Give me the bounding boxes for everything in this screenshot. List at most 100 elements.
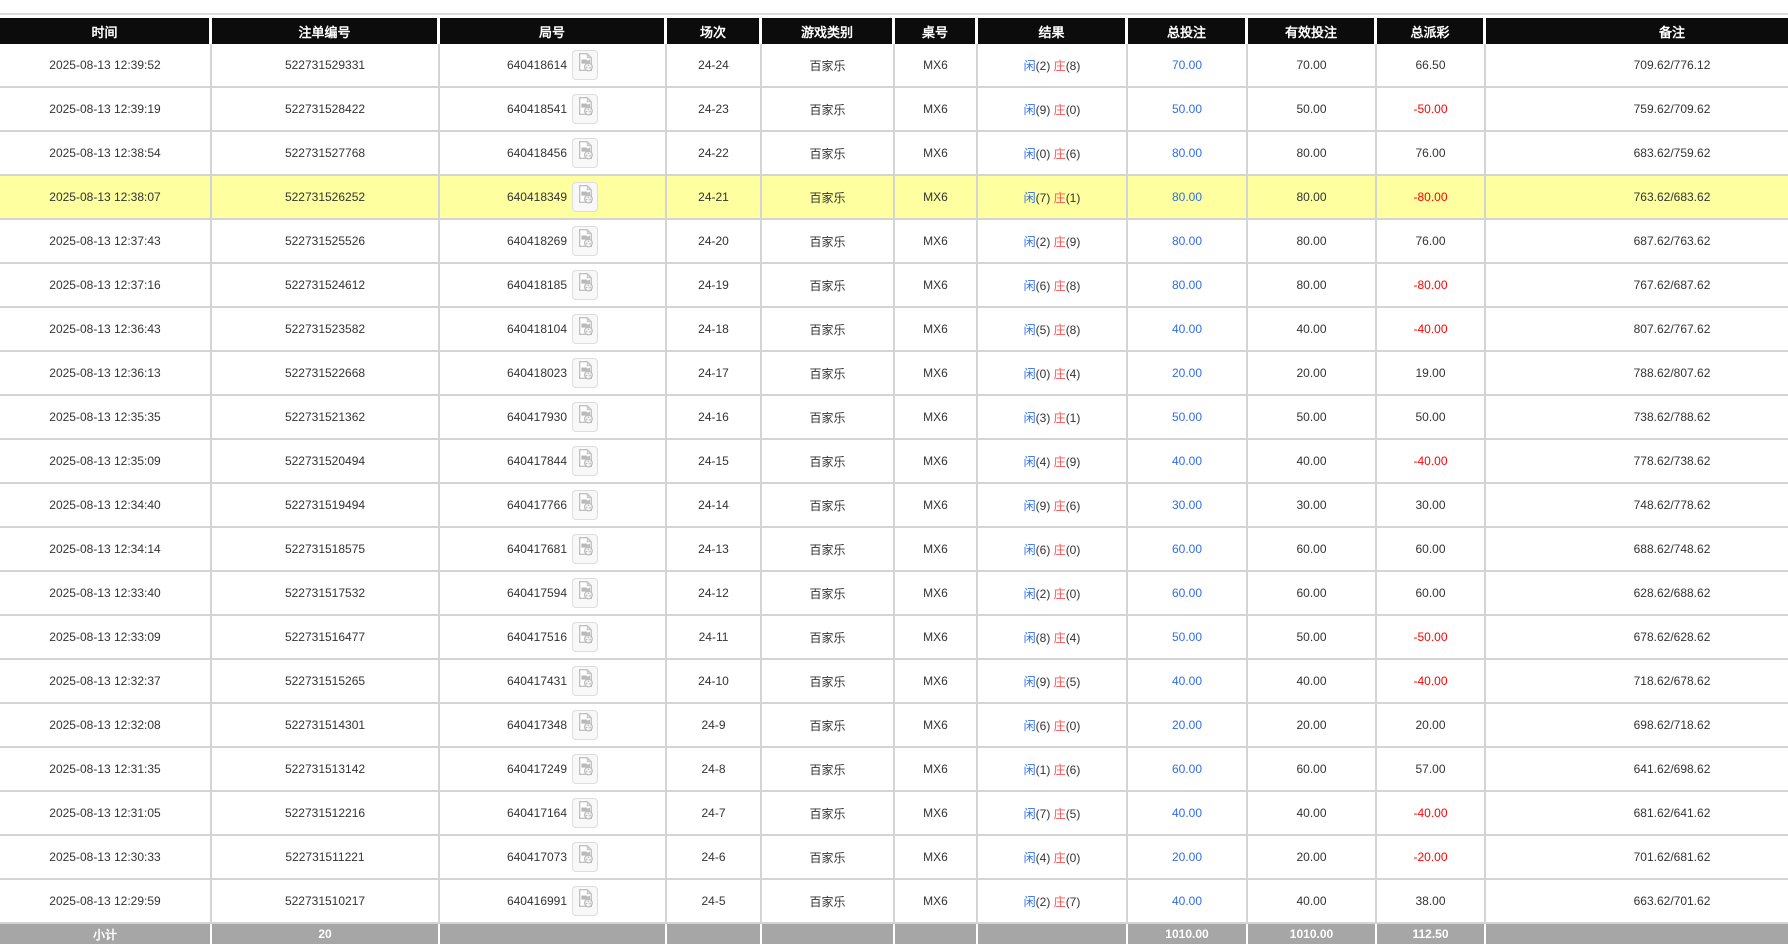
video-replay-icon[interactable]	[572, 622, 598, 652]
note-cell: 709.62/776.12	[1486, 44, 1788, 88]
table-row[interactable]: 2025-08-13 12:35:35 522731521362 6404179…	[0, 396, 1788, 440]
game-type-cell: 百家乐	[762, 220, 895, 264]
player-result-label: 闲	[1024, 59, 1036, 73]
video-replay-icon[interactable]	[572, 314, 598, 344]
time-cell: 2025-08-13 12:35:09	[0, 440, 212, 484]
video-replay-icon[interactable]	[572, 666, 598, 696]
table-row[interactable]: 2025-08-13 12:38:07 522731526252 6404183…	[0, 176, 1788, 220]
time-cell: 2025-08-13 12:33:40	[0, 572, 212, 616]
table-row[interactable]: 2025-08-13 12:37:43 522731525526 6404182…	[0, 220, 1788, 264]
table-row[interactable]: 2025-08-13 12:31:35 522731513142 6404172…	[0, 748, 1788, 792]
game-type-cell: 百家乐	[762, 440, 895, 484]
video-replay-icon[interactable]	[572, 402, 598, 432]
result-cell: 闲(2) 庄(7)	[978, 880, 1128, 924]
table-row[interactable]: 2025-08-13 12:35:09 522731520494 6404178…	[0, 440, 1788, 484]
video-replay-icon[interactable]	[572, 754, 598, 784]
video-replay-icon[interactable]	[572, 138, 598, 168]
result-cell: 闲(9) 庄(6)	[978, 484, 1128, 528]
video-replay-icon[interactable]	[572, 182, 598, 212]
round-cell: 640417681	[440, 528, 667, 572]
note-cell: 701.62/681.62	[1486, 836, 1788, 880]
video-replay-icon[interactable]	[572, 94, 598, 124]
video-replay-icon[interactable]	[572, 578, 598, 608]
video-replay-icon[interactable]	[572, 270, 598, 300]
table-row[interactable]: 2025-08-13 12:34:40 522731519494 6404177…	[0, 484, 1788, 528]
video-replay-icon[interactable]	[572, 490, 598, 520]
table-no-cell: MX6	[895, 616, 978, 660]
table-row[interactable]: 2025-08-13 12:30:33 522731511221 6404170…	[0, 836, 1788, 880]
bet-id-cell: 522731528422	[212, 88, 440, 132]
table-no-cell: MX6	[895, 748, 978, 792]
session-cell: 24-20	[667, 220, 762, 264]
table-row[interactable]: 2025-08-13 12:33:40 522731517532 6404175…	[0, 572, 1788, 616]
note-cell: 738.62/788.62	[1486, 396, 1788, 440]
note-cell: 683.62/759.62	[1486, 132, 1788, 176]
bet-records-table: 时间 注单编号 局号 场次 游戏类别 桌号 结果 总投注 有效投注 总派彩 备注…	[0, 18, 1788, 951]
player-result-label: 闲	[1024, 675, 1036, 689]
round-cell: 640418349	[440, 176, 667, 220]
video-replay-icon[interactable]	[572, 798, 598, 828]
player-result-value: (5)	[1036, 323, 1051, 337]
time-cell: 2025-08-13 12:31:05	[0, 792, 212, 836]
top-divider	[0, 0, 1788, 15]
player-result-value: (2)	[1036, 235, 1051, 249]
table-row[interactable]: 2025-08-13 12:39:19 522731528422 6404185…	[0, 88, 1788, 132]
table-row[interactable]: 2025-08-13 12:36:13 522731522668 6404180…	[0, 352, 1788, 396]
table-row[interactable]: 2025-08-13 12:32:08 522731514301 6404173…	[0, 704, 1788, 748]
table-row[interactable]: 2025-08-13 12:31:05 522731512216 6404171…	[0, 792, 1788, 836]
note-cell: 687.62/763.62	[1486, 220, 1788, 264]
table-no-cell: MX6	[895, 704, 978, 748]
banker-result-value: (6)	[1066, 499, 1081, 513]
note-cell: 748.62/778.62	[1486, 484, 1788, 528]
round-id: 640417164	[507, 806, 567, 820]
video-replay-icon[interactable]	[572, 50, 598, 80]
bet-id-cell: 522731514301	[212, 704, 440, 748]
round-id: 640418614	[507, 58, 567, 72]
table-row[interactable]: 2025-08-13 12:29:59 522731510217 6404169…	[0, 880, 1788, 924]
valid-bet-cell: 80.00	[1248, 264, 1377, 308]
banker-result-label: 庄	[1054, 147, 1066, 161]
video-replay-icon[interactable]	[572, 710, 598, 740]
player-result-value: (0)	[1036, 147, 1051, 161]
time-cell: 2025-08-13 12:37:16	[0, 264, 212, 308]
table-no-cell: MX6	[895, 44, 978, 88]
table-row[interactable]: 2025-08-13 12:36:43 522731523582 6404181…	[0, 308, 1788, 352]
player-result-label: 闲	[1024, 279, 1036, 293]
session-cell: 24-24	[667, 44, 762, 88]
video-replay-icon[interactable]	[572, 358, 598, 388]
bet-id-cell: 522731520494	[212, 440, 440, 484]
table-row[interactable]: 2025-08-13 12:32:37 522731515265 6404174…	[0, 660, 1788, 704]
note-cell: 759.62/709.62	[1486, 88, 1788, 132]
valid-bet-cell: 80.00	[1248, 176, 1377, 220]
round-id: 640417516	[507, 630, 567, 644]
video-replay-icon[interactable]	[572, 226, 598, 256]
bet-records-page: 时间 注单编号 局号 场次 游戏类别 桌号 结果 总投注 有效投注 总派彩 备注…	[0, 0, 1788, 951]
video-replay-icon[interactable]	[572, 446, 598, 476]
round-id: 640418541	[507, 102, 567, 116]
valid-bet-cell: 40.00	[1248, 308, 1377, 352]
banker-result-label: 庄	[1054, 763, 1066, 777]
round-id: 640418456	[507, 146, 567, 160]
valid-bet-cell: 40.00	[1248, 440, 1377, 484]
banker-result-label: 庄	[1054, 807, 1066, 821]
bet-id-cell: 522731515265	[212, 660, 440, 704]
video-replay-icon[interactable]	[572, 842, 598, 872]
table-row[interactable]: 2025-08-13 12:34:14 522731518575 6404176…	[0, 528, 1788, 572]
table-row[interactable]: 2025-08-13 12:39:52 522731529331 6404186…	[0, 44, 1788, 88]
round-id: 640417431	[507, 674, 567, 688]
result-cell: 闲(0) 庄(6)	[978, 132, 1128, 176]
video-replay-icon[interactable]	[572, 534, 598, 564]
table-row[interactable]: 2025-08-13 12:38:54 522731527768 6404184…	[0, 132, 1788, 176]
bet-id-cell: 522731521362	[212, 396, 440, 440]
player-result-label: 闲	[1024, 147, 1036, 161]
total-bet-cell: 60.00	[1128, 528, 1248, 572]
table-row[interactable]: 2025-08-13 12:33:09 522731516477 6404175…	[0, 616, 1788, 660]
table-footer: 小计 20 1010.00 1010.00 112.50	[0, 924, 1788, 951]
total-bet-cell: 80.00	[1128, 220, 1248, 264]
video-replay-icon[interactable]	[572, 886, 598, 916]
player-result-value: (4)	[1036, 455, 1051, 469]
player-result-label: 闲	[1024, 323, 1036, 337]
table-row[interactable]: 2025-08-13 12:37:16 522731524612 6404181…	[0, 264, 1788, 308]
bet-id-cell: 522731517532	[212, 572, 440, 616]
col-header-table-no: 桌号	[895, 18, 978, 44]
